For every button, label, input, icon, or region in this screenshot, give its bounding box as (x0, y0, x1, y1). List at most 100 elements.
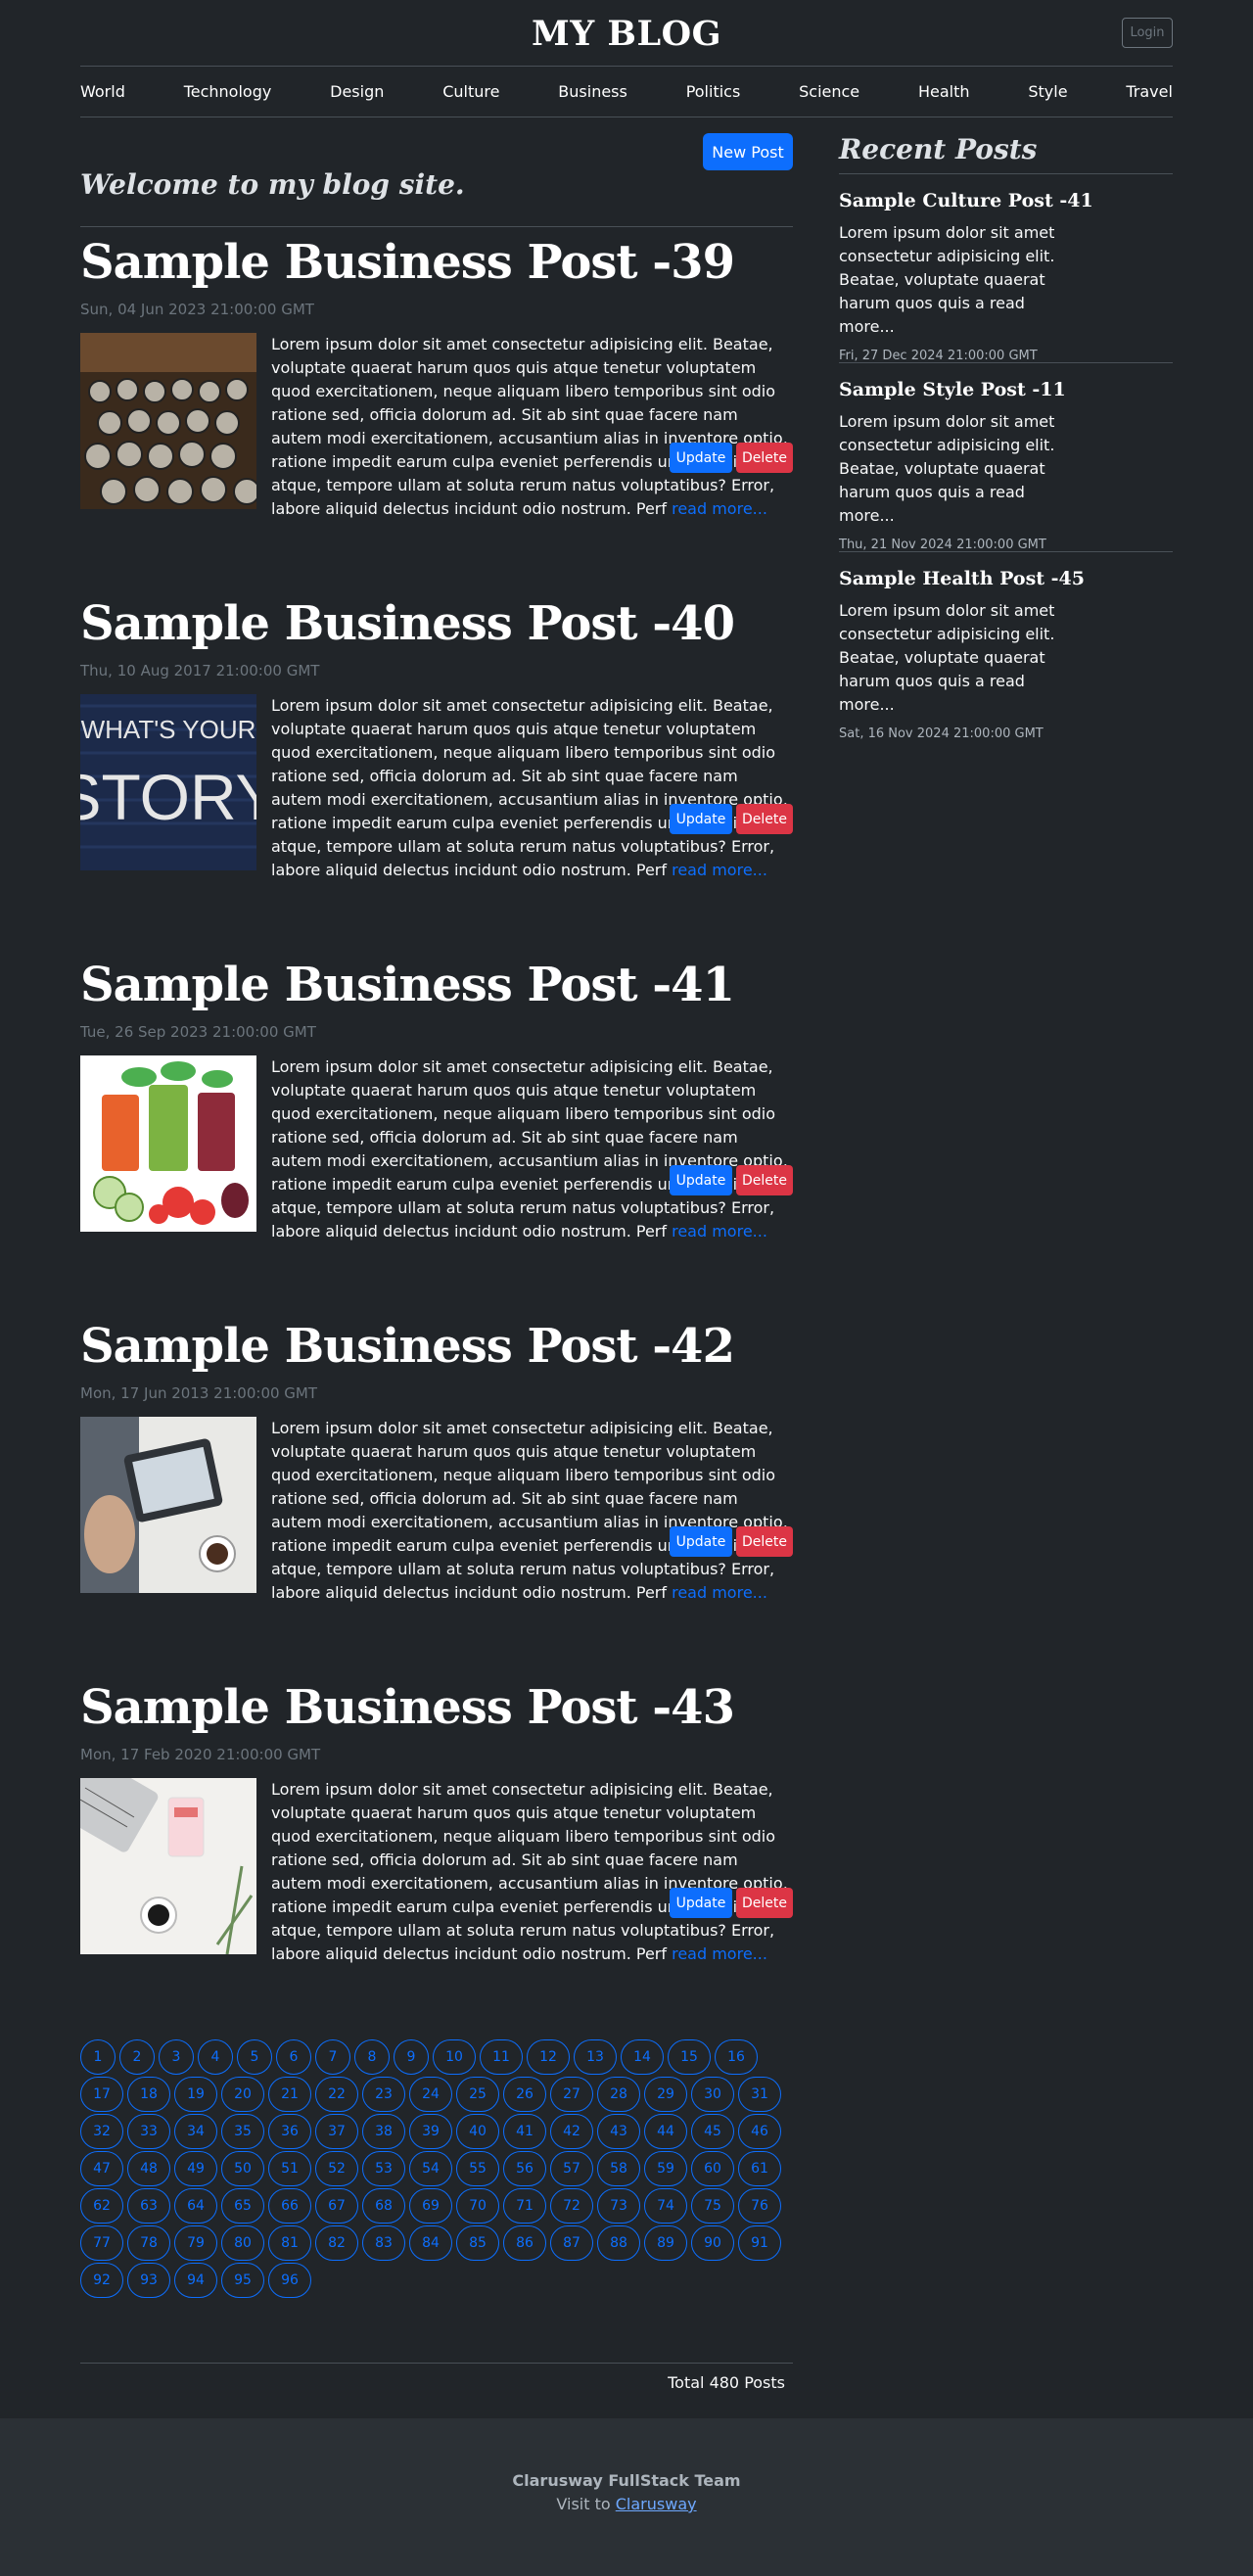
delete-button[interactable]: Delete (736, 1165, 793, 1195)
page-link-15[interactable]: 15 (668, 2039, 711, 2075)
login-button[interactable]: Login (1122, 18, 1173, 48)
page-link-92[interactable]: 92 (80, 2263, 123, 2298)
page-link-23[interactable]: 23 (362, 2077, 405, 2112)
page-link-58[interactable]: 58 (597, 2151, 640, 2186)
page-link-18[interactable]: 18 (127, 2077, 170, 2112)
read-more-link[interactable]: read more... (672, 861, 767, 879)
page-link-47[interactable]: 47 (80, 2151, 123, 2186)
page-link-95[interactable]: 95 (221, 2263, 264, 2298)
delete-button[interactable]: Delete (736, 1526, 793, 1557)
update-button[interactable]: Update (670, 443, 732, 473)
page-link-91[interactable]: 91 (738, 2225, 781, 2261)
page-link-6[interactable]: 6 (276, 2039, 311, 2075)
page-link-24[interactable]: 24 (409, 2077, 452, 2112)
page-link-96[interactable]: 96 (268, 2263, 311, 2298)
page-link-4[interactable]: 4 (198, 2039, 233, 2075)
page-link-31[interactable]: 31 (738, 2077, 781, 2112)
page-link-7[interactable]: 7 (315, 2039, 350, 2075)
page-link-20[interactable]: 20 (221, 2077, 264, 2112)
page-link-63[interactable]: 63 (127, 2188, 170, 2224)
page-link-1[interactable]: 1 (80, 2039, 116, 2075)
read-more-link[interactable]: read more... (672, 1222, 767, 1241)
page-link-12[interactable]: 12 (527, 2039, 570, 2075)
page-link-49[interactable]: 49 (174, 2151, 217, 2186)
page-link-39[interactable]: 39 (409, 2114, 452, 2149)
page-link-11[interactable]: 11 (480, 2039, 523, 2075)
page-link-67[interactable]: 67 (315, 2188, 358, 2224)
page-link-43[interactable]: 43 (597, 2114, 640, 2149)
page-link-66[interactable]: 66 (268, 2188, 311, 2224)
nav-item-design[interactable]: Design (330, 82, 384, 101)
page-link-74[interactable]: 74 (644, 2188, 687, 2224)
page-link-10[interactable]: 10 (433, 2039, 476, 2075)
page-link-73[interactable]: 73 (597, 2188, 640, 2224)
page-link-13[interactable]: 13 (574, 2039, 617, 2075)
page-link-89[interactable]: 89 (644, 2225, 687, 2261)
page-link-62[interactable]: 62 (80, 2188, 123, 2224)
nav-item-technology[interactable]: Technology (184, 82, 272, 101)
page-link-90[interactable]: 90 (691, 2225, 734, 2261)
page-link-60[interactable]: 60 (691, 2151, 734, 2186)
page-link-41[interactable]: 41 (503, 2114, 546, 2149)
recent-post-item[interactable]: Sample Style Post -11 Lorem ipsum dolor … (839, 379, 1173, 552)
page-link-2[interactable]: 2 (119, 2039, 155, 2075)
page-link-75[interactable]: 75 (691, 2188, 734, 2224)
nav-item-style[interactable]: Style (1028, 82, 1067, 101)
page-link-69[interactable]: 69 (409, 2188, 452, 2224)
page-link-64[interactable]: 64 (174, 2188, 217, 2224)
page-link-53[interactable]: 53 (362, 2151, 405, 2186)
nav-item-health[interactable]: Health (918, 82, 970, 101)
page-link-84[interactable]: 84 (409, 2225, 452, 2261)
page-link-25[interactable]: 25 (456, 2077, 499, 2112)
update-button[interactable]: Update (670, 1526, 732, 1557)
page-link-87[interactable]: 87 (550, 2225, 593, 2261)
page-link-16[interactable]: 16 (715, 2039, 758, 2075)
page-link-32[interactable]: 32 (80, 2114, 123, 2149)
recent-post-title[interactable]: Sample Health Post -45 (839, 568, 1173, 589)
page-link-86[interactable]: 86 (503, 2225, 546, 2261)
page-link-40[interactable]: 40 (456, 2114, 499, 2149)
page-link-3[interactable]: 3 (159, 2039, 194, 2075)
page-link-71[interactable]: 71 (503, 2188, 546, 2224)
page-link-36[interactable]: 36 (268, 2114, 311, 2149)
page-link-27[interactable]: 27 (550, 2077, 593, 2112)
nav-item-politics[interactable]: Politics (686, 82, 741, 101)
delete-button[interactable]: Delete (736, 443, 793, 473)
page-link-56[interactable]: 56 (503, 2151, 546, 2186)
nav-item-science[interactable]: Science (799, 82, 859, 101)
page-link-81[interactable]: 81 (268, 2225, 311, 2261)
page-link-5[interactable]: 5 (237, 2039, 272, 2075)
page-link-21[interactable]: 21 (268, 2077, 311, 2112)
page-link-28[interactable]: 28 (597, 2077, 640, 2112)
post-title[interactable]: Sample Business Post -39 (80, 235, 735, 290)
page-link-14[interactable]: 14 (621, 2039, 664, 2075)
read-more-link[interactable]: read more... (672, 499, 767, 518)
delete-button[interactable]: Delete (736, 1888, 793, 1918)
page-link-61[interactable]: 61 (738, 2151, 781, 2186)
post-title[interactable]: Sample Business Post -41 (80, 958, 735, 1012)
page-link-46[interactable]: 46 (738, 2114, 781, 2149)
page-link-70[interactable]: 70 (456, 2188, 499, 2224)
page-link-30[interactable]: 30 (691, 2077, 734, 2112)
page-link-38[interactable]: 38 (362, 2114, 405, 2149)
update-button[interactable]: Update (670, 804, 732, 834)
page-link-19[interactable]: 19 (174, 2077, 217, 2112)
page-link-76[interactable]: 76 (738, 2188, 781, 2224)
read-more-link[interactable]: read more... (672, 1583, 767, 1602)
page-link-26[interactable]: 26 (503, 2077, 546, 2112)
page-link-44[interactable]: 44 (644, 2114, 687, 2149)
update-button[interactable]: Update (670, 1888, 732, 1918)
nav-item-culture[interactable]: Culture (442, 82, 499, 101)
page-link-93[interactable]: 93 (127, 2263, 170, 2298)
page-link-54[interactable]: 54 (409, 2151, 452, 2186)
page-link-52[interactable]: 52 (315, 2151, 358, 2186)
page-link-50[interactable]: 50 (221, 2151, 264, 2186)
page-link-65[interactable]: 65 (221, 2188, 264, 2224)
recent-post-item[interactable]: Sample Culture Post -41 Lorem ipsum dolo… (839, 190, 1173, 363)
nav-item-world[interactable]: World (80, 82, 125, 101)
recent-post-item[interactable]: Sample Health Post -45 Lorem ipsum dolor… (839, 568, 1173, 741)
page-link-35[interactable]: 35 (221, 2114, 264, 2149)
recent-post-title[interactable]: Sample Style Post -11 (839, 379, 1173, 400)
page-link-79[interactable]: 79 (174, 2225, 217, 2261)
page-link-45[interactable]: 45 (691, 2114, 734, 2149)
